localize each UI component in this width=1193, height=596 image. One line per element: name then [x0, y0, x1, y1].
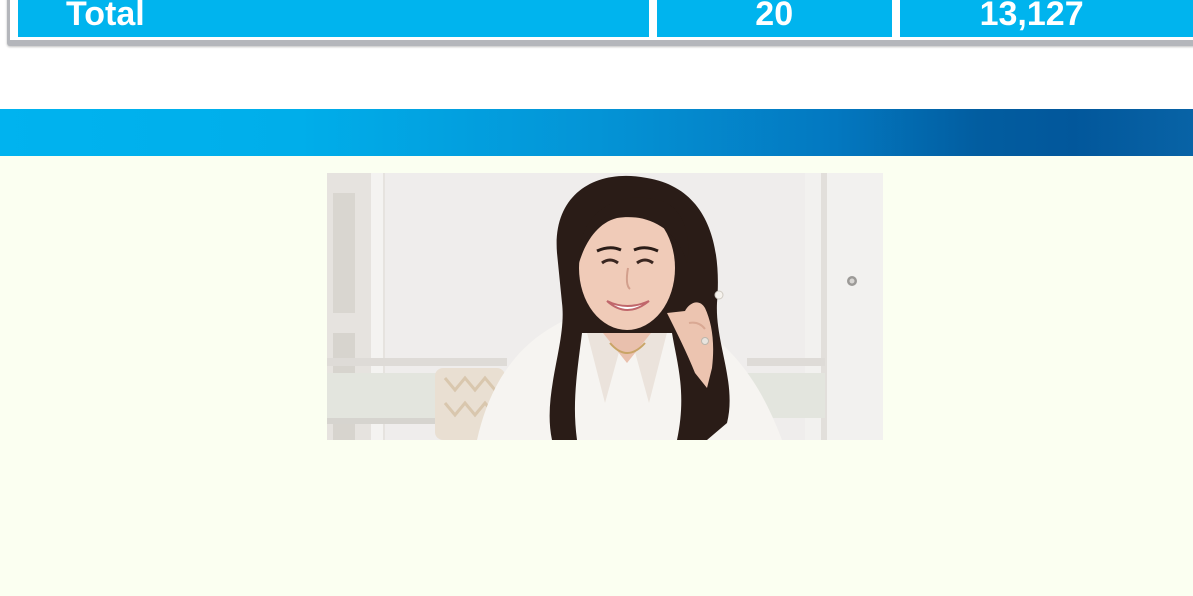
- total-sum-cell: 13,127: [899, 0, 1193, 37]
- total-label-cell: Total: [18, 0, 649, 37]
- total-sum: 13,127: [979, 0, 1084, 33]
- total-count-cell: 20: [656, 0, 892, 37]
- total-count: 20: [755, 0, 794, 33]
- table-row-total: Total 20 13,127: [18, 0, 1193, 37]
- portrait-photo: [327, 173, 883, 440]
- totals-table-inner: Total 20 13,127: [10, 0, 1193, 40]
- section-divider-band: [0, 109, 1193, 156]
- totals-table: Total 20 13,127: [7, 0, 1193, 46]
- total-label: Total: [66, 0, 145, 33]
